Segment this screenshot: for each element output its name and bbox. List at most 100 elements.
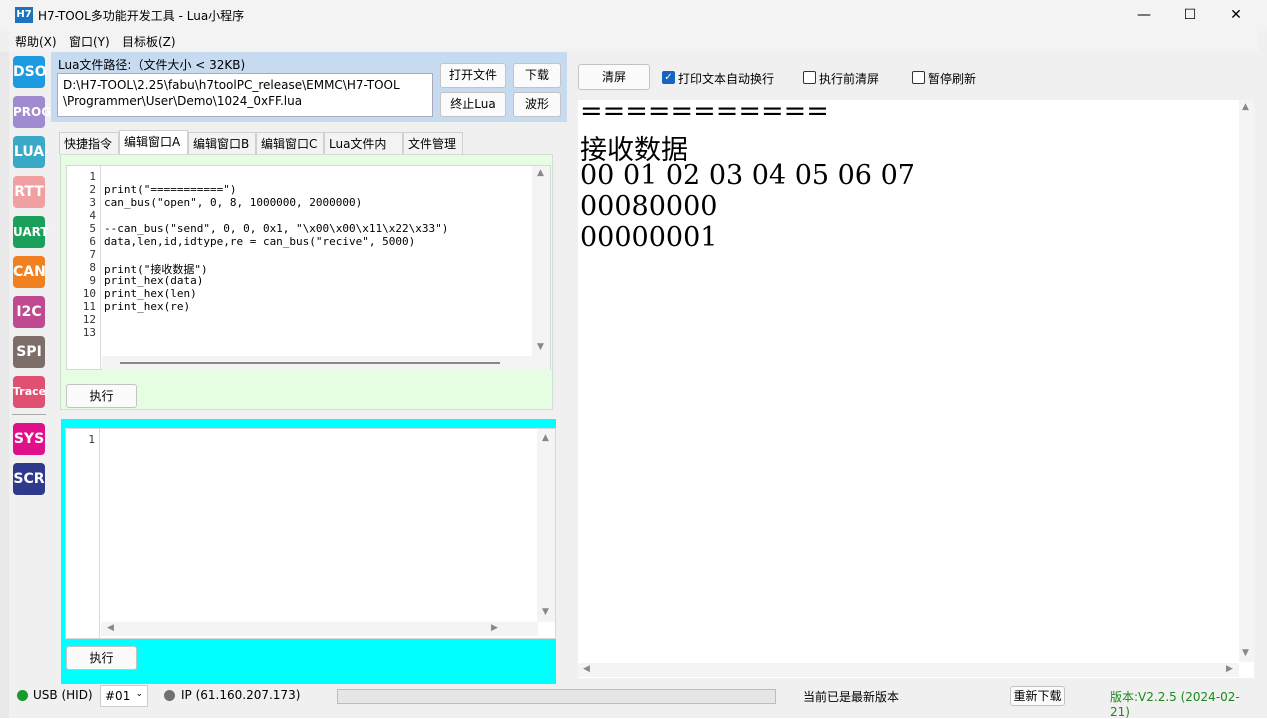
- editor-a-gutter: 1 2 3 4 5 6 7 8 9 10 11 12 13: [67, 166, 101, 369]
- pause-refresh-checkbox[interactable]: [912, 71, 925, 84]
- scroll-up-arrow-icon[interactable]: ▲: [537, 168, 544, 178]
- output-horizontal-scrollbar[interactable]: ◀ ▶: [578, 663, 1239, 677]
- sidebar-lua-button[interactable]: LUA: [13, 136, 45, 168]
- clear-before-run-label: 执行前清屏: [819, 72, 880, 86]
- line-number: 5: [89, 222, 96, 235]
- waveform-button[interactable]: 波形: [513, 92, 561, 117]
- output-line: 00 01 02 03 04 05 06 07: [580, 160, 915, 191]
- menu-window[interactable]: 窗口(Y): [69, 33, 110, 50]
- tab-editor-b[interactable]: 编辑窗口B: [188, 132, 256, 154]
- update-progress-bar: [337, 689, 776, 704]
- ip-status-text: IP (61.160.207.173): [181, 688, 301, 702]
- lua-file-panel: Lua文件路径:（文件大小 < 32KB) D:\H7-TOOL\2.25\fa…: [51, 52, 567, 122]
- line-number: 10: [82, 287, 96, 300]
- menu-bar: 帮助(X) 窗口(Y) 目标板(Z): [9, 31, 1259, 51]
- title-bar: H7 H7-TOOL多功能开发工具 - Lua小程序 — ☐ ✕: [0, 0, 1267, 31]
- ip-status-indicator: [164, 690, 175, 701]
- scroll-right-arrow-icon[interactable]: ▶: [491, 623, 498, 633]
- tab-file-manager[interactable]: 文件管理: [403, 132, 463, 154]
- scroll-left-arrow-icon[interactable]: ◀: [583, 664, 590, 674]
- menu-target-board[interactable]: 目标板(Z): [122, 33, 176, 50]
- editor-b-panel: 1 ▲ ▼ ◀ ▶ 执行: [61, 419, 556, 684]
- sidebar-prog-button[interactable]: PROG: [13, 96, 51, 128]
- open-file-button[interactable]: 打开文件: [440, 63, 506, 88]
- sidebar-dso-button[interactable]: DSO: [13, 56, 47, 88]
- output-line: 00080000: [580, 191, 718, 222]
- chevron-down-icon: ⌄: [135, 689, 143, 699]
- tab-lua-file-content[interactable]: Lua文件内容: [324, 132, 403, 173]
- scroll-down-arrow-icon[interactable]: ▼: [537, 342, 544, 352]
- code-line: print_hex(re): [104, 300, 191, 313]
- scroll-left-arrow-icon[interactable]: ◀: [107, 623, 114, 633]
- code-line: print_hex(data): [104, 274, 204, 287]
- editor-b-vertical-scrollbar[interactable]: ▲ ▼: [537, 429, 555, 622]
- menu-help[interactable]: 帮助(X): [15, 33, 57, 50]
- code-line: can_bus("open", 0, 8, 1000000, 2000000): [104, 196, 363, 209]
- tab-editor-c[interactable]: 编辑窗口C: [256, 132, 324, 154]
- scroll-down-arrow-icon[interactable]: ▼: [542, 607, 549, 617]
- sidebar-trace-button[interactable]: Trace: [13, 376, 46, 408]
- usb-status-text: USB (HID): [33, 688, 93, 702]
- line-number: 2: [89, 183, 96, 196]
- stop-lua-button[interactable]: 终止Lua: [440, 92, 506, 117]
- pause-refresh-label: 暂停刷新: [928, 72, 977, 86]
- run-button-b[interactable]: 执行: [66, 646, 137, 670]
- tab-quick-commands[interactable]: 快捷指令: [59, 132, 119, 154]
- editor-b-gutter: 1: [66, 429, 100, 638]
- line-number: 6: [89, 235, 96, 248]
- code-line: print("==========="): [104, 183, 237, 196]
- code-line: print_hex(len): [104, 287, 197, 300]
- editor-a-code[interactable]: 1 2 3 4 5 6 7 8 9 10 11 12 13 print("===…: [66, 165, 551, 370]
- line-number: 4: [89, 209, 96, 222]
- line-number: 13: [82, 326, 96, 339]
- editor-a-vertical-scrollbar[interactable]: ▲ ▼: [532, 166, 550, 356]
- redownload-button[interactable]: 重新下载: [1010, 686, 1065, 706]
- path-line-1: D:\H7-TOOL\2.25\fabu\h7toolPC_release\EM…: [63, 78, 400, 92]
- editor-b-horizontal-scrollbar[interactable]: ◀ ▶: [101, 622, 538, 636]
- sidebar-uart-button[interactable]: UART: [13, 216, 49, 248]
- close-icon[interactable]: ✕: [1213, 0, 1259, 31]
- lua-file-label: Lua文件路径:（文件大小 < 32KB): [58, 58, 246, 72]
- scroll-up-arrow-icon[interactable]: ▲: [1242, 102, 1249, 112]
- clear-screen-button[interactable]: 清屏: [578, 64, 650, 90]
- left-edge-strip: [0, 52, 9, 718]
- clear-before-run-checkbox[interactable]: [803, 71, 816, 84]
- sidebar-rtt-button[interactable]: RTT: [13, 176, 45, 208]
- line-number: 11: [82, 300, 96, 313]
- editor-a-panel: 1 2 3 4 5 6 7 8 9 10 11 12 13 print("===…: [60, 154, 553, 410]
- version-text: 版本:V2.2.5 (2024-02-21): [1110, 690, 1240, 719]
- sidebar-i2c-button[interactable]: I2C: [13, 296, 45, 328]
- code-line: --can_bus("send", 0, 0, 0x1, "\x00\x00\x…: [104, 222, 449, 235]
- output-vertical-scrollbar[interactable]: ▲ ▼: [1239, 100, 1254, 662]
- sidebar-sys-button[interactable]: SYS: [13, 423, 45, 455]
- run-button-a[interactable]: 执行: [66, 384, 137, 408]
- line-number: 1: [89, 170, 96, 183]
- output-line: 00000001: [580, 222, 718, 253]
- device-select[interactable]: #01 ⌄: [100, 685, 148, 707]
- usb-status-indicator: [17, 690, 28, 701]
- line-number: 3: [89, 196, 96, 209]
- update-status-text: 当前已是最新版本: [803, 690, 900, 704]
- scroll-down-arrow-icon[interactable]: ▼: [1242, 648, 1249, 658]
- scroll-right-arrow-icon[interactable]: ▶: [1226, 664, 1233, 674]
- sidebar-scr-button[interactable]: SCR: [13, 463, 45, 495]
- maximize-icon[interactable]: ☐: [1167, 0, 1213, 31]
- sidebar-can-button[interactable]: CAN: [13, 256, 46, 288]
- line-number: 12: [82, 313, 96, 326]
- window-title: H7-TOOL多功能开发工具 - Lua小程序: [38, 9, 245, 23]
- lua-file-path-field[interactable]: D:\H7-TOOL\2.25\fabu\h7toolPC_release\EM…: [57, 73, 433, 117]
- scroll-up-arrow-icon[interactable]: ▲: [542, 433, 549, 443]
- minimize-icon[interactable]: —: [1121, 0, 1167, 31]
- device-select-value: #01: [105, 689, 131, 703]
- app-icon: H7: [15, 7, 33, 23]
- tab-editor-a[interactable]: 编辑窗口A: [119, 130, 188, 154]
- output-console[interactable]: =========== 接收数据 00 01 02 03 04 05 06 07…: [578, 96, 1254, 678]
- line-number: 1: [88, 433, 95, 446]
- editor-b-code[interactable]: 1 ▲ ▼ ◀ ▶: [65, 428, 556, 639]
- line-number: 8: [89, 261, 96, 274]
- editor-a-horizontal-scrollbar[interactable]: [102, 356, 550, 370]
- scroll-thumb[interactable]: [120, 362, 500, 364]
- download-button[interactable]: 下载: [513, 63, 561, 88]
- wrap-text-checkbox[interactable]: ✓: [662, 71, 675, 84]
- sidebar-spi-button[interactable]: SPI: [13, 336, 45, 368]
